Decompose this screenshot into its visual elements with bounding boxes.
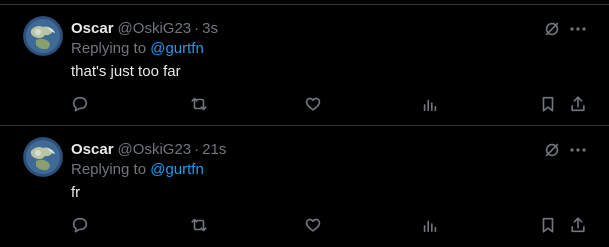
retweet-icon[interactable] — [189, 215, 209, 235]
display-name[interactable]: Oscar — [71, 141, 114, 158]
user-handle[interactable]: @OskiG23 — [118, 141, 192, 158]
tweet-text: fr — [71, 184, 81, 201]
separator: · — [194, 19, 200, 37]
replying-prefix: Replying to — [71, 161, 147, 178]
separator: · — [194, 140, 200, 158]
more-button[interactable] — [568, 19, 588, 39]
more-icon[interactable] — [568, 140, 588, 160]
views-icon[interactable] — [420, 94, 440, 114]
replying-prefix: Replying to — [71, 40, 147, 57]
share-icon[interactable] — [568, 215, 588, 235]
grok-button[interactable] — [542, 19, 562, 39]
views-icon[interactable] — [420, 215, 440, 235]
action-bar — [0, 94, 609, 114]
like-icon[interactable] — [303, 215, 323, 235]
tweet-header: Oscar @OskiG23 · 21s — [71, 138, 226, 160]
grok-icon[interactable] — [542, 140, 562, 160]
mention-link[interactable]: @gurtfn — [150, 40, 204, 57]
grok-icon[interactable] — [542, 19, 562, 39]
timestamp[interactable]: 21s — [202, 141, 226, 158]
avatar[interactable] — [23, 16, 63, 56]
user-handle[interactable]: @OskiG23 — [118, 20, 192, 37]
display-name[interactable]: Oscar — [71, 20, 114, 37]
mention-link[interactable]: @gurtfn — [150, 161, 204, 178]
tweet[interactable]: Oscar @OskiG23 · 21s Replying to @gurtfn… — [0, 126, 609, 247]
replying-to: Replying to @gurtfn — [71, 40, 204, 57]
avatar[interactable] — [23, 137, 63, 177]
tweet-thread: Oscar @OskiG23 · 3s Replying to @gurtfn … — [0, 0, 609, 247]
grok-button[interactable] — [542, 140, 562, 160]
like-icon[interactable] — [303, 94, 323, 114]
retweet-icon[interactable] — [189, 94, 209, 114]
tweet-header: Oscar @OskiG23 · 3s — [71, 17, 218, 39]
tweet-text: that's just too far — [71, 63, 181, 80]
replying-to: Replying to @gurtfn — [71, 161, 204, 178]
timestamp[interactable]: 3s — [202, 20, 218, 37]
reply-icon[interactable] — [70, 94, 90, 114]
tweet[interactable]: Oscar @OskiG23 · 3s Replying to @gurtfn … — [0, 5, 609, 125]
bookmark-icon[interactable] — [538, 94, 558, 114]
more-button[interactable] — [568, 140, 588, 160]
reply-icon[interactable] — [70, 215, 90, 235]
action-bar — [0, 215, 609, 235]
share-icon[interactable] — [568, 94, 588, 114]
more-icon[interactable] — [568, 19, 588, 39]
bookmark-icon[interactable] — [538, 215, 558, 235]
